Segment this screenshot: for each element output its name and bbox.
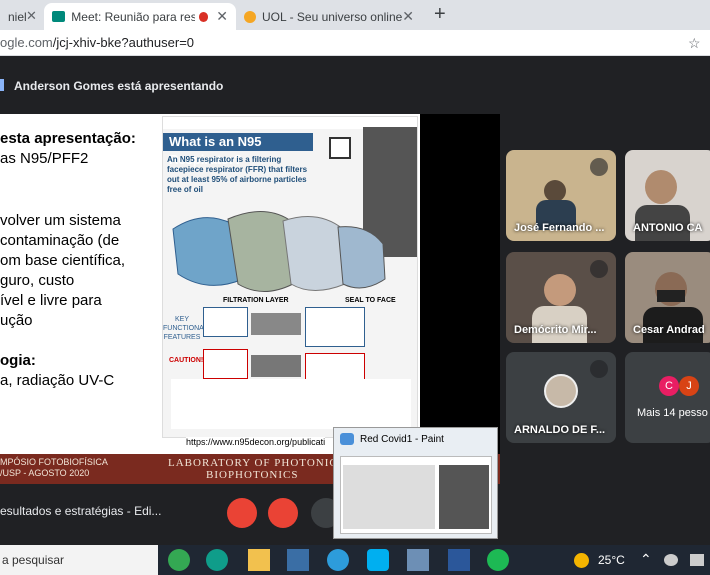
- poster-box: [203, 349, 248, 379]
- presentation-bar: Anderson Gomes está apresentando: [0, 72, 710, 100]
- camera-off-button[interactable]: [268, 498, 298, 528]
- participant-video-person: [544, 180, 566, 202]
- meet-logo-icon: [52, 11, 66, 22]
- poster-label: SEAL TO FACE: [345, 297, 396, 304]
- slide-line: esta apresentação:: [0, 130, 136, 147]
- tab-meet-label: Meet: Reunião para resultad: [71, 9, 195, 24]
- poster-url: https://www.n95decon.org/publicati: [186, 437, 326, 447]
- participant-mask: [657, 290, 685, 302]
- poster-box: [203, 307, 248, 337]
- paint-taskbar-preview[interactable]: Red Covid1 - Paint: [333, 427, 498, 539]
- respirator-diagram-icon: [172, 211, 386, 292]
- mic-off-icon: [590, 158, 608, 176]
- store-icon[interactable]: [287, 549, 309, 571]
- poster-box: [305, 307, 365, 347]
- meeting-title: esultados e estratégias - Edi...: [0, 504, 162, 518]
- slide-line: as N95/PFF2: [0, 150, 89, 167]
- tab-1-label: niel: [8, 9, 27, 24]
- participant-tile[interactable]: Demócrito Mir...: [506, 252, 616, 343]
- paint-window-thumbnail: [340, 456, 492, 534]
- qr-code-icon: [329, 137, 351, 159]
- more-people-label: Mais 14 pesso: [637, 407, 708, 419]
- poster-title: What is an N95 Respirator?: [163, 133, 313, 167]
- tab-uol-close-icon[interactable]: ✕: [402, 8, 414, 25]
- poster-label: FILTRATION LAYER: [223, 297, 289, 304]
- banner-line: /USP - AGOSTO 2020: [0, 468, 90, 478]
- spotify-icon[interactable]: [487, 549, 509, 571]
- tab-uol[interactable]: UOL - Seu universo online ✕: [236, 3, 422, 30]
- paint-icon[interactable]: [407, 549, 429, 571]
- presenting-text: Anderson Gomes está apresentando: [14, 79, 224, 93]
- paint-window-title: Red Covid1 - Paint: [360, 434, 444, 445]
- file-explorer-icon[interactable]: [248, 549, 270, 571]
- participant-name: Demócrito Mir...: [514, 324, 597, 336]
- slide-margin: [420, 114, 500, 454]
- participant-tile[interactable]: José Fernando ...: [506, 150, 616, 241]
- poster-description: An N95 respirator is a filtering facepie…: [167, 155, 308, 194]
- url-prefix: ogle.com: [0, 35, 53, 50]
- slide-line: guro, custo: [0, 272, 75, 289]
- network-icon[interactable]: [664, 554, 678, 566]
- mic-off-icon: [590, 260, 608, 278]
- chevron-up-icon[interactable]: ⌃: [640, 551, 652, 568]
- avatar: [544, 374, 578, 408]
- banner-line: MPÓSIO FOTOBIOFÍSICA: [0, 457, 108, 467]
- mic-off-button[interactable]: [227, 498, 257, 528]
- participant-tile[interactable]: ARNALDO DE F...: [506, 352, 616, 443]
- poster-fiber-image: [251, 313, 301, 335]
- present-indicator-icon: [0, 79, 4, 91]
- word-icon[interactable]: [448, 549, 470, 571]
- participant-tile[interactable]: Cesar Andrad: [625, 252, 710, 343]
- temperature-text: 25°C: [598, 553, 625, 567]
- url-text: ogle.com/jcj-xhiv-bke?authuser=0: [0, 35, 194, 50]
- participant-name: José Fernando ...: [514, 222, 605, 234]
- participant-name: ARNALDO DE F...: [514, 424, 606, 436]
- poster-fiber-image: [251, 355, 301, 377]
- url-path: /jcj-xhiv-bke?authuser=0: [52, 35, 195, 50]
- slide-line: volver um sistema: [0, 212, 121, 229]
- poster-label: KEY FUNCTIONAL FEATURES: [163, 316, 208, 341]
- tab-meet[interactable]: Meet: Reunião para resultad ✕: [44, 3, 236, 30]
- participant-video-person: [645, 170, 677, 204]
- participant-name: ANTONIO CA: [633, 222, 703, 234]
- slide-line: ogia:: [0, 352, 36, 369]
- n95-poster-image: What is an N95 Respirator? An N95 respir…: [162, 116, 418, 438]
- tab-meet-close-icon[interactable]: ✕: [216, 8, 228, 25]
- banner-left: MPÓSIO FOTOBIOFÍSICA /USP - AGOSTO 2020: [0, 457, 108, 479]
- bookmark-star-icon[interactable]: ☆: [688, 35, 701, 52]
- slide-line: contaminação (de: [0, 232, 120, 249]
- avatar: C: [659, 376, 679, 396]
- tab-1-close-icon[interactable]: ✕: [26, 8, 37, 24]
- mic-off-icon: [590, 360, 608, 378]
- paint-app-icon: [340, 433, 354, 445]
- participant-video-person: [544, 274, 576, 306]
- browser-tab-strip: niel ✕ Meet: Reunião para resultad ✕ UOL…: [0, 0, 710, 30]
- app-icon[interactable]: [327, 549, 349, 571]
- poster-references: [171, 379, 411, 429]
- avatar: J: [679, 376, 699, 396]
- poster-label: CAUTION!: [169, 357, 204, 364]
- new-tab-button[interactable]: +: [434, 3, 446, 26]
- participant-name: Cesar Andrad: [633, 324, 705, 336]
- tab-uol-label: UOL - Seu universo online: [262, 9, 403, 24]
- slide-line: om base científica,: [0, 252, 126, 269]
- search-placeholder: a pesquisar: [2, 553, 65, 567]
- recording-dot-icon: [198, 11, 209, 22]
- thumbnail-tiles: [439, 465, 489, 529]
- weather-icon[interactable]: [574, 553, 589, 568]
- more-participants-tile[interactable]: C J Mais 14 pesso: [625, 352, 710, 443]
- slide-line: ível e livre para: [0, 292, 102, 309]
- participant-tile[interactable]: ANTONIO CA: [625, 150, 710, 241]
- address-bar[interactable]: ogle.com/jcj-xhiv-bke?authuser=0 ☆: [0, 30, 710, 56]
- windows-taskbar: a pesquisar 25°C ⌃: [0, 545, 710, 575]
- thumbnail-slide: [343, 465, 435, 529]
- chrome-icon[interactable]: [168, 549, 190, 571]
- slide-line: a, radiação UV-C: [0, 372, 115, 389]
- edge-icon[interactable]: [206, 549, 228, 571]
- uol-logo-icon: [244, 10, 256, 23]
- slide-line: ução: [0, 312, 33, 329]
- volume-icon[interactable]: [690, 554, 704, 566]
- taskbar-search-input[interactable]: a pesquisar: [0, 545, 158, 575]
- skype-icon[interactable]: [367, 549, 389, 571]
